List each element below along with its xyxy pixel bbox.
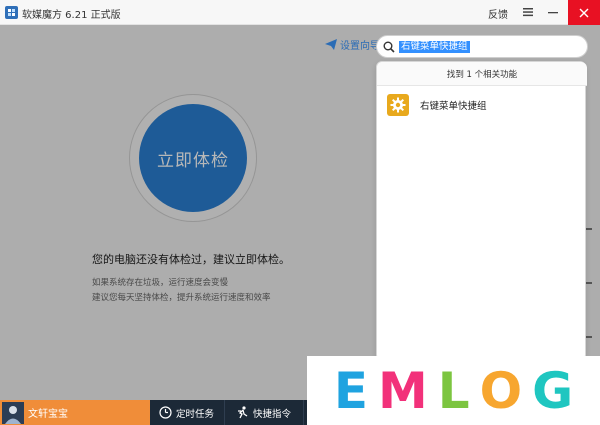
search-icon — [383, 41, 395, 53]
setup-wizard-link[interactable]: 设置向导 — [325, 37, 380, 52]
search-result-label: 右键菜单快捷组 — [420, 101, 487, 112]
menu-icon[interactable] — [521, 5, 535, 19]
quick-commands-label: 快捷指令 — [253, 408, 292, 420]
gear-icon — [387, 94, 409, 116]
watermark-letter: M — [377, 361, 428, 420]
scheduled-tasks-label: 定时任务 — [176, 408, 215, 420]
search-input[interactable]: 右键菜单快捷组 — [399, 41, 470, 53]
watermark-letter: O — [479, 361, 523, 420]
running-man-icon — [238, 406, 248, 419]
app-title: 软媒魔方 6.21 正式版 — [22, 10, 121, 21]
watermark-letter: E — [333, 361, 368, 420]
edge-mark — [586, 228, 592, 230]
paper-plane-icon — [325, 39, 337, 50]
clock-icon — [159, 406, 172, 419]
close-button[interactable] — [568, 0, 600, 25]
app-logo-icon — [5, 6, 18, 19]
watermark-letter: G — [532, 361, 574, 420]
setup-wizard-label: 设置向导 — [340, 41, 380, 52]
edge-mark — [586, 282, 592, 284]
avatar — [2, 401, 24, 424]
feedback-link[interactable]: 反馈 — [488, 6, 508, 21]
quick-commands-button[interactable]: 快捷指令 — [226, 400, 304, 425]
scheduled-tasks-button[interactable]: 定时任务 — [150, 400, 225, 425]
search-result-item[interactable]: 右键菜单快捷组 — [387, 92, 577, 118]
search-results-panel: 找到 1 个相关功能 右键菜单快捷组 — [376, 61, 587, 361]
search-box[interactable]: 右键菜单快捷组 — [376, 35, 588, 58]
edge-mark — [586, 336, 592, 338]
minimize-button[interactable] — [545, 3, 561, 21]
results-count: 找到 1 个相关功能 — [377, 62, 587, 86]
title-bar: 软媒魔方 6.21 正式版 反馈 — [0, 0, 600, 25]
close-icon — [579, 8, 589, 17]
user-profile[interactable]: 文轩宝宝 — [0, 400, 150, 425]
emlog-watermark: E M L O G — [307, 356, 600, 425]
watermark-letter: L — [437, 361, 470, 420]
user-name: 文轩宝宝 — [28, 409, 68, 420]
